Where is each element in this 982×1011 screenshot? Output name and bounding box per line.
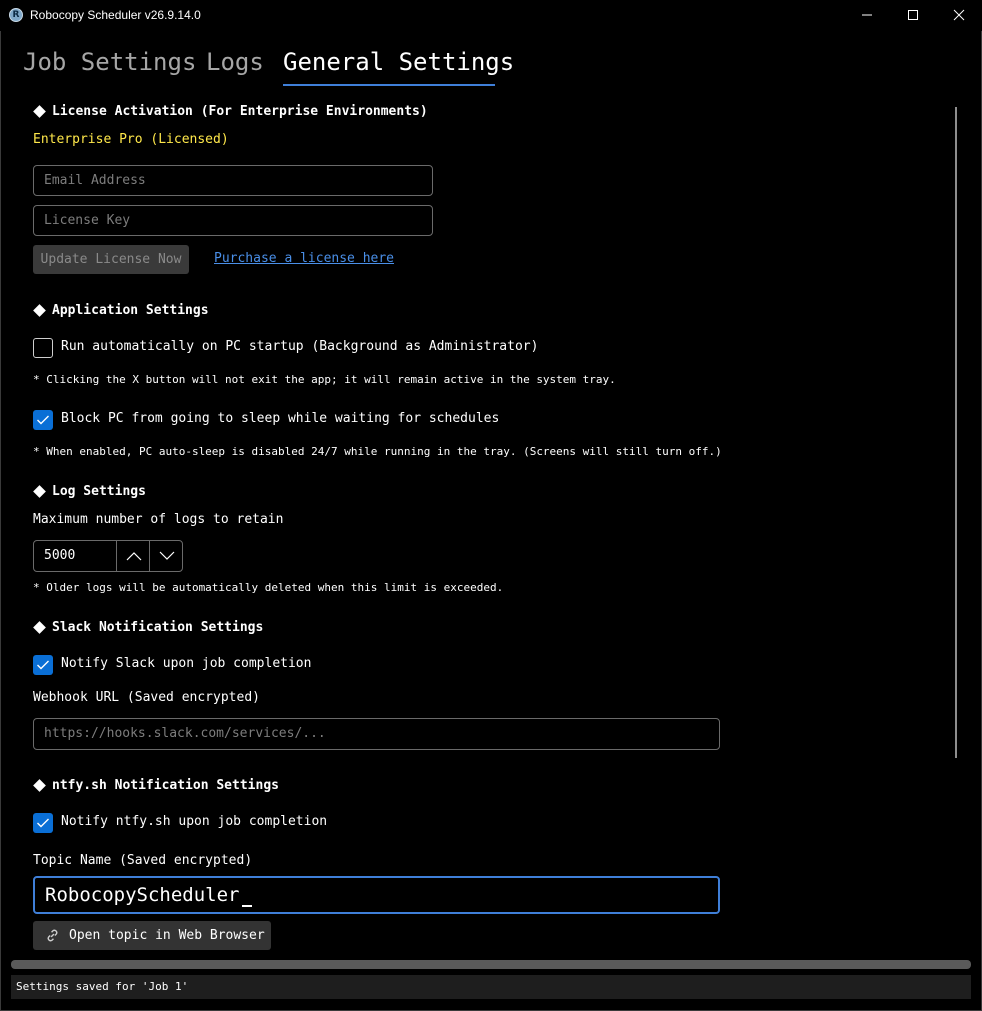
minimize-icon — [862, 14, 872, 16]
increment-button[interactable] — [116, 541, 149, 571]
license-section-label: License Activation (For Enterprise Envir… — [52, 104, 428, 119]
status-bar: Settings saved for 'Job 1' — [11, 975, 971, 999]
horizontal-scrollbar[interactable] — [11, 960, 971, 969]
tab-logs[interactable]: Logs — [206, 48, 264, 76]
startup-label[interactable]: Run automatically on PC startup (Backgro… — [61, 339, 538, 354]
check-icon — [37, 818, 49, 828]
diamond-icon — [33, 303, 46, 317]
license-status: Enterprise Pro (Licensed) — [33, 132, 229, 147]
topic-name-input[interactable]: RobocopyScheduler — [33, 876, 720, 914]
webhook-placeholder: https://hooks.slack.com/services/... — [44, 726, 326, 741]
ntfy-notify-label[interactable]: Notify ntfy.sh upon job completion — [61, 814, 327, 829]
max-logs-label: Maximum number of logs to retain — [33, 512, 284, 527]
sleep-checkbox[interactable] — [33, 410, 53, 430]
tab-general-settings[interactable]: General Settings — [283, 48, 514, 76]
link-icon — [47, 929, 58, 942]
window-title: Robocopy Scheduler v26.9.14.0 — [30, 8, 201, 22]
close-button[interactable] — [936, 0, 982, 31]
decrement-button[interactable] — [149, 541, 182, 571]
topic-name-value: RobocopyScheduler — [45, 884, 240, 906]
license-key-field[interactable]: License Key — [33, 205, 433, 236]
update-license-button[interactable]: Update License Now — [33, 245, 189, 274]
ntfy-notify-checkbox[interactable] — [33, 813, 53, 833]
vertical-scrollbar[interactable] — [955, 107, 957, 758]
open-topic-label: Open topic in Web Browser — [69, 928, 265, 943]
title-bar: R Robocopy Scheduler v26.9.14.0 — [0, 0, 982, 31]
log-section-label: Log Settings — [52, 484, 146, 499]
sleep-label[interactable]: Block PC from going to sleep while waiti… — [61, 411, 499, 426]
app-icon: R — [9, 8, 23, 22]
ntfy-section-label: ntfy.sh Notification Settings — [52, 778, 279, 793]
tab-job-settings[interactable]: Job Settings — [23, 48, 196, 76]
minimize-button[interactable] — [844, 0, 890, 31]
active-tab-indicator — [283, 84, 495, 86]
check-icon — [37, 660, 49, 670]
diamond-icon — [33, 484, 46, 498]
startup-note: * Clicking the X button will not exit th… — [33, 373, 616, 386]
application-section-title: Application Settings — [33, 303, 209, 318]
status-text: Settings saved for 'Job 1' — [16, 980, 189, 993]
close-icon — [953, 9, 965, 21]
application-section-label: Application Settings — [52, 303, 209, 318]
slack-notify-label[interactable]: Notify Slack upon job completion — [61, 656, 311, 671]
logs-note: * Older logs will be automatically delet… — [33, 581, 504, 594]
slack-section-label: Slack Notification Settings — [52, 620, 264, 635]
webhook-url-field[interactable]: https://hooks.slack.com/services/... — [33, 718, 720, 750]
chevron-up-icon — [126, 552, 142, 561]
check-icon — [37, 415, 49, 425]
license-section-title: License Activation (For Enterprise Envir… — [33, 104, 428, 119]
slack-notify-checkbox[interactable] — [33, 655, 53, 675]
chevron-down-icon — [159, 551, 175, 560]
topic-label: Topic Name (Saved encrypted) — [33, 853, 253, 868]
startup-checkbox[interactable] — [33, 338, 53, 358]
slack-section-title: Slack Notification Settings — [33, 620, 263, 635]
maximize-button[interactable] — [890, 0, 936, 31]
max-logs-stepper[interactable]: 5000 — [33, 540, 183, 572]
diamond-icon — [33, 620, 46, 634]
text-caret — [242, 905, 253, 907]
maximize-icon — [908, 10, 918, 20]
webhook-label: Webhook URL (Saved encrypted) — [33, 690, 260, 705]
purchase-license-link[interactable]: Purchase a license here — [214, 251, 394, 266]
open-topic-button[interactable]: Open topic in Web Browser — [33, 921, 271, 950]
ntfy-section-title: ntfy.sh Notification Settings — [33, 778, 279, 793]
license-key-placeholder: License Key — [44, 213, 131, 228]
log-section-title: Log Settings — [33, 484, 146, 499]
max-logs-value[interactable]: 5000 — [44, 548, 75, 563]
email-placeholder: Email Address — [44, 173, 146, 188]
diamond-icon — [33, 778, 46, 792]
email-field[interactable]: Email Address — [33, 165, 433, 196]
sleep-note: * When enabled, PC auto-sleep is disable… — [33, 445, 722, 458]
diamond-icon — [33, 104, 46, 118]
